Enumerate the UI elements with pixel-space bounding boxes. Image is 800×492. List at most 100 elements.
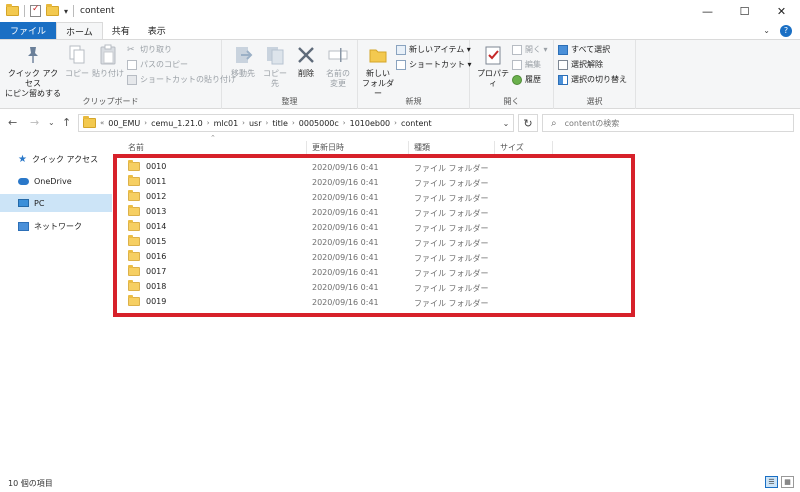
select-none-button[interactable]: 選択解除 xyxy=(558,59,603,70)
tab-share[interactable]: 共有 xyxy=(103,22,139,39)
column-header-type[interactable]: 種類 xyxy=(414,141,430,154)
column-header-date[interactable]: 更新日時 xyxy=(312,141,344,154)
search-icon: ⌕ xyxy=(551,117,557,129)
nav-item-quick-access[interactable]: ★ クイック アクセス xyxy=(0,150,112,168)
breadcrumb-mlc01[interactable]: mlc01 xyxy=(214,119,239,128)
copy-path-button[interactable]: パスのコピー xyxy=(127,59,188,70)
history-button[interactable]: 履歴 xyxy=(512,74,541,85)
large-icons-view-icon[interactable]: ▦ xyxy=(781,476,794,488)
breadcrumb-cemu[interactable]: cemu_1.21.0 xyxy=(151,119,203,128)
delete-x-icon xyxy=(295,44,317,66)
navigation-pane: ★ クイック アクセス OneDrive PC ネットワーク xyxy=(0,140,112,470)
cloud-icon xyxy=(18,177,29,185)
move-to-icon xyxy=(232,44,254,66)
title-bar: ▾ content — ☐ ✕ xyxy=(0,0,800,22)
pin-quick-access-button[interactable]: クイック アクセス にピン留めする xyxy=(4,44,62,99)
select-all-icon xyxy=(558,44,568,55)
minimize-button[interactable]: — xyxy=(689,0,726,22)
rename-button[interactable]: 名前の 変更 xyxy=(322,44,354,89)
collapse-ribbon-icon[interactable]: ⌄ xyxy=(763,26,770,35)
new-folder-button[interactable]: 新しい フォルダー xyxy=(360,44,396,99)
delete-button[interactable]: 削除 xyxy=(294,44,318,79)
nav-item-network[interactable]: ネットワーク xyxy=(0,217,112,235)
address-bar[interactable]: « 00_EMU › cemu_1.21.0 › mlc01 › usr › t… xyxy=(78,114,514,132)
column-divider[interactable] xyxy=(306,141,307,154)
chevron-right-icon[interactable]: › xyxy=(144,119,147,127)
nav-item-pc[interactable]: PC xyxy=(0,194,112,212)
select-none-icon xyxy=(558,59,568,70)
chevron-right-icon[interactable]: › xyxy=(242,119,245,127)
invert-selection-icon xyxy=(558,74,568,85)
close-button[interactable]: ✕ xyxy=(763,0,800,22)
column-header-size[interactable]: サイズ xyxy=(500,141,524,154)
open-button[interactable]: 開く ▾ xyxy=(512,44,548,55)
forward-arrow-icon[interactable]: → xyxy=(30,116,39,129)
paste-button[interactable]: 貼り付け xyxy=(92,44,124,79)
status-bar: 10 個の項目 xyxy=(0,474,800,492)
open-icon xyxy=(512,44,522,55)
paste-shortcut-icon xyxy=(127,74,137,85)
copy-to-button[interactable]: コピー先 xyxy=(260,44,290,89)
address-dropdown-icon[interactable]: ⌄ xyxy=(496,114,516,132)
new-group-label: 新規 xyxy=(405,97,422,106)
sort-ascending-icon: ⌃ xyxy=(210,134,216,142)
window-title: content xyxy=(80,6,115,16)
chevron-right-icon[interactable]: › xyxy=(292,119,295,127)
properties-button[interactable]: プロパティ xyxy=(474,44,512,89)
highlight-box xyxy=(113,154,635,317)
new-folder-quick-icon[interactable] xyxy=(46,4,59,16)
back-arrow-icon[interactable]: ← xyxy=(8,116,17,129)
organize-group-label: 整理 xyxy=(281,97,298,106)
chevron-right-icon[interactable]: › xyxy=(207,119,210,127)
paste-shortcut-button[interactable]: ショートカットの貼り付け xyxy=(127,74,236,85)
move-to-button[interactable]: 移動先 xyxy=(228,44,258,79)
customize-quick-access-icon[interactable]: ▾ xyxy=(64,7,68,16)
breadcrumb-title[interactable]: title xyxy=(272,119,288,128)
details-view-icon[interactable]: ☰ xyxy=(765,476,778,488)
search-placeholder: contentの検索 xyxy=(564,118,620,128)
maximize-button[interactable]: ☐ xyxy=(726,0,763,22)
new-folder-icon xyxy=(367,44,389,66)
tab-home[interactable]: ホーム xyxy=(56,22,103,39)
history-icon xyxy=(512,74,522,85)
breadcrumb-content[interactable]: content xyxy=(401,119,432,128)
breadcrumb-00-emu[interactable]: 00_EMU xyxy=(108,119,140,128)
edit-button[interactable]: 編集 xyxy=(512,59,541,70)
new-group: 新しい フォルダー 新しいアイテム ▾ ショートカット ▾ 新規 xyxy=(358,40,472,109)
up-arrow-icon[interactable]: ↑ xyxy=(62,116,71,129)
network-icon xyxy=(18,221,29,231)
separator xyxy=(73,5,75,17)
search-box[interactable]: ⌕ contentの検索 xyxy=(542,114,794,132)
tab-file[interactable]: ファイル xyxy=(0,22,57,39)
cut-button[interactable]: ✂ 切り取り xyxy=(127,44,172,55)
properties-quick-icon[interactable] xyxy=(30,4,41,17)
copy-path-icon xyxy=(127,59,137,70)
chevron-right-icon[interactable]: › xyxy=(343,119,346,127)
scissors-icon: ✂ xyxy=(127,44,135,55)
easy-access-button[interactable]: ショートカット ▾ xyxy=(396,59,472,70)
new-item-button[interactable]: 新しいアイテム ▾ xyxy=(396,44,471,55)
copy-icon xyxy=(66,44,88,66)
chevron-right-icon[interactable]: › xyxy=(394,119,397,127)
recent-locations-icon[interactable]: ⌄ xyxy=(48,118,55,127)
separator xyxy=(24,5,25,17)
breadcrumb-usr[interactable]: usr xyxy=(249,119,262,128)
breadcrumb-1010eb00[interactable]: 1010eb00 xyxy=(350,119,391,128)
help-icon[interactable]: ? xyxy=(780,24,792,37)
invert-selection-button[interactable]: 選択の切り替え xyxy=(558,74,627,85)
column-divider[interactable] xyxy=(494,141,495,154)
copy-button[interactable]: コピー xyxy=(64,44,90,79)
refresh-icon[interactable]: ↻ xyxy=(518,114,538,132)
chevron-right-icon[interactable]: › xyxy=(266,119,269,127)
nav-item-onedrive[interactable]: OneDrive xyxy=(0,172,112,190)
address-overflow[interactable]: « xyxy=(100,119,104,127)
open-group-label: 開く xyxy=(503,97,520,106)
folder-icon xyxy=(6,4,19,16)
column-divider[interactable] xyxy=(408,141,409,154)
select-all-button[interactable]: すべて選択 xyxy=(558,44,610,55)
column-header-name[interactable]: 名前 xyxy=(128,141,144,154)
tab-view[interactable]: 表示 xyxy=(139,22,175,39)
breadcrumb-0005000c[interactable]: 0005000c xyxy=(299,119,339,128)
column-divider[interactable] xyxy=(552,141,553,154)
copy-to-icon xyxy=(264,44,286,66)
